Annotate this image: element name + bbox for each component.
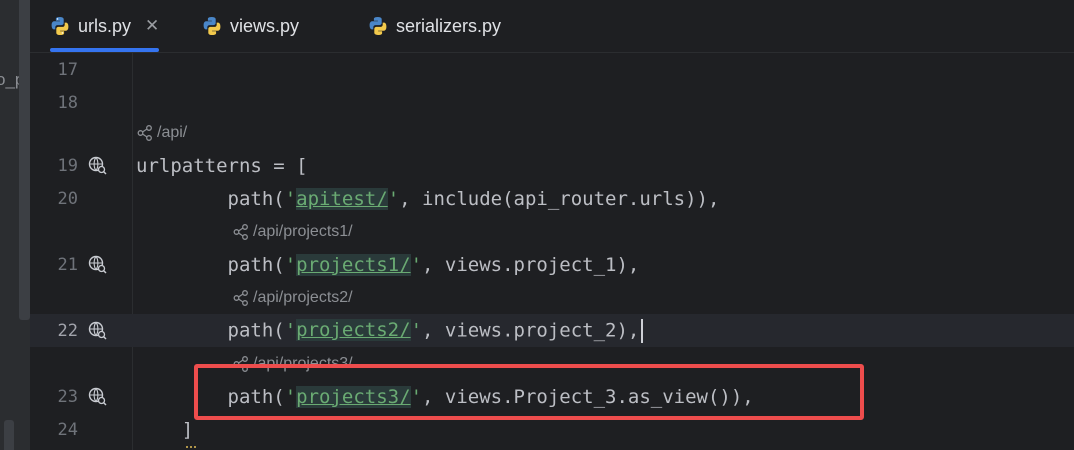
project-scrollbar[interactable] [19,0,30,320]
line-number: 21 [57,254,78,275]
code-line-17[interactable]: 17 [30,53,1074,86]
tab-label: urls.py [78,15,132,36]
tab-serializers-py[interactable]: serializers.py [368,0,501,52]
annotation-highlight-box [194,364,864,420]
url-route-string: projects2/ [296,319,411,341]
tab-views-py[interactable]: views.py [202,0,299,52]
line-number: 23 [57,386,78,407]
close-icon[interactable]: ✕ [145,16,159,36]
code-text: urlpatterns = [ [136,154,308,177]
editor-tab-bar: urls.py ✕ views.py serializers.py [30,0,1074,53]
endpoint-hint-projects2[interactable]: /api/projects2/ [30,281,1074,314]
url-mapping-icon[interactable] [87,386,107,406]
code-line-19[interactable]: 19 urlpatterns = [ [30,149,1074,182]
hint-text: /api/projects1/ [253,222,353,240]
line-number: 17 [57,59,78,80]
code-text: path('projects1/', views.project_1), [136,253,640,276]
hint-text: /api/projects2/ [253,288,353,306]
endpoint-hint-api[interactable]: /api/ [30,116,1074,149]
project-panel-strip: o_p [0,0,30,450]
tab-label: views.py [230,15,300,36]
line-number: 20 [57,188,78,209]
project-scrollbar-lower[interactable] [4,420,14,450]
code-line-22[interactable]: 22 path('projects2/', views.project_2), [30,314,1074,347]
python-icon [203,17,221,35]
python-icon [369,17,387,35]
code-text: ] [136,418,194,441]
url-mapping-icon[interactable] [87,254,107,274]
hint-text: /api/ [157,123,188,141]
code-text: path('apitest/', include(api_router.urls… [136,187,720,210]
line-number: 18 [57,92,78,113]
share-link-icon [233,289,248,306]
line-number: 24 [57,419,78,440]
code-line-21[interactable]: 21 path('projects1/', views.project_1), [30,248,1074,281]
warning-squiggle [186,443,196,448]
code-text: path('projects2/', views.project_2), [136,318,644,343]
tab-urls-py[interactable]: urls.py ✕ [50,0,160,52]
tab-label: serializers.py [396,15,502,36]
url-route-string: apitest/ [296,187,388,210]
url-mapping-icon[interactable] [87,155,107,175]
share-link-icon [137,124,152,141]
line-number: 19 [57,155,78,176]
code-line-20[interactable]: 20 path('apitest/', include(api_router.u… [30,182,1074,215]
python-icon [51,17,69,35]
text-caret [641,318,644,343]
share-link-icon [233,223,248,240]
url-mapping-icon[interactable] [87,320,107,340]
endpoint-hint-projects1[interactable]: /api/projects1/ [30,215,1074,248]
code-line-18[interactable]: 18 [30,86,1074,119]
url-route-string: projects1/ [296,253,411,276]
line-number: 22 [57,320,78,341]
